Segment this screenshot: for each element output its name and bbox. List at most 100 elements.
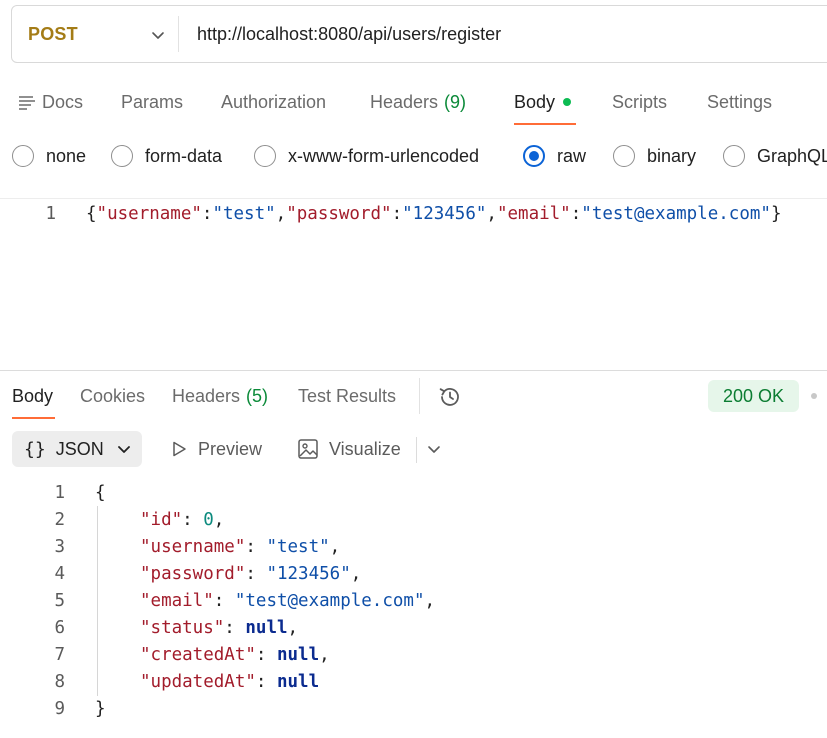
json-comma: , [350, 564, 362, 584]
line-number: 2 [54, 510, 65, 530]
json-string: "test@example.com" [581, 204, 771, 224]
tab-settings-label: Settings [707, 91, 773, 112]
tab-params[interactable]: Params [121, 82, 183, 122]
json-comma: , [319, 645, 330, 665]
json-key: "email" [496, 204, 571, 224]
image-icon [298, 439, 318, 459]
method-select[interactable]: POST [28, 6, 168, 62]
json-value: "test" [266, 537, 330, 557]
body-modified-dot [563, 98, 572, 106]
history-icon[interactable] [437, 384, 463, 410]
visualize-button[interactable]: Visualize [297, 431, 401, 467]
tab-authorization[interactable]: Authorization [221, 82, 326, 122]
code-line: "username": "test", [140, 537, 340, 557]
json-key: "email" [140, 591, 214, 611]
request-bar: POST http://localhost:8080/api/users/reg… [11, 5, 827, 63]
radio-raw[interactable]: raw [523, 138, 586, 174]
chevron-down-icon [152, 32, 164, 39]
json-value: 0 [203, 510, 214, 530]
json-string: "123456" [402, 204, 487, 224]
radio-button[interactable] [723, 145, 745, 167]
code-line: { [95, 483, 106, 503]
request-body-editor[interactable]: 1 {"username":"test","password":"123456"… [0, 198, 827, 362]
radio-form-data-label: form-data [145, 145, 223, 166]
status-badge[interactable]: 200 OK [708, 380, 799, 412]
json-colon: : [255, 645, 277, 665]
radio-button[interactable] [111, 145, 133, 167]
tab-scripts[interactable]: Scripts [612, 82, 667, 122]
radio-binary[interactable]: binary [613, 138, 696, 174]
tab-body[interactable]: Body [514, 82, 572, 122]
code-line: "email": "test@example.com", [140, 591, 435, 611]
active-tab-indicator [12, 417, 55, 419]
divider [419, 378, 420, 414]
play-icon [173, 441, 186, 457]
response-body-viewer[interactable]: 1 2 3 4 5 6 7 8 9{"id": 0, "username": "test", "pa… [0, 478, 827, 738]
radio-urlencoded-label: x-www-form-urlencoded [288, 145, 480, 166]
json-brace: { [95, 483, 106, 503]
headers-count: (9) [444, 91, 467, 112]
line-number: 1 [54, 483, 65, 503]
response-tab-headers-label: Headers [172, 385, 241, 406]
json-value: null [276, 672, 320, 692]
preview-button[interactable]: Preview [170, 431, 262, 467]
json-colon: : [213, 591, 235, 611]
radio-graphql[interactable]: GraphQL [723, 138, 827, 174]
line-number: 4 [54, 564, 65, 584]
divider [416, 437, 417, 463]
line-number: 3 [54, 537, 65, 557]
json-colon: : [255, 672, 277, 692]
response-tab-cookies[interactable]: Cookies [80, 376, 145, 416]
braces-icon: {} [24, 438, 46, 460]
response-toolbar: {} JSON Preview Visualize [0, 431, 827, 469]
indent-guide [97, 506, 98, 696]
more-dot [811, 393, 817, 399]
json-colon: : [245, 537, 267, 557]
json-colon: : [391, 204, 403, 224]
format-select[interactable]: {} JSON [12, 431, 142, 467]
code-line: "status": null, [140, 618, 298, 638]
tab-docs[interactable]: Docs [18, 82, 83, 122]
divider [178, 16, 179, 52]
code-line: "createdAt": null, [140, 645, 330, 665]
json-key: "id" [140, 510, 183, 530]
json-key: "password" [140, 564, 246, 584]
line-number: 6 [54, 618, 65, 638]
radio-button[interactable] [12, 145, 34, 167]
radio-none[interactable]: none [12, 138, 86, 174]
line-number: 8 [54, 672, 65, 692]
radio-button[interactable] [613, 145, 635, 167]
json-value: "test@example.com" [234, 591, 425, 611]
visualize-label: Visualize [329, 438, 401, 459]
response-tab-test-results[interactable]: Test Results [298, 376, 396, 416]
json-comma: , [287, 618, 299, 638]
pane-divider[interactable] [0, 370, 827, 371]
request-body-code[interactable]: {"username":"test","password":"123456","… [86, 204, 781, 224]
url-input[interactable]: http://localhost:8080/api/users/register [197, 6, 501, 62]
json-colon: : [182, 510, 204, 530]
code-line: "password": "123456", [140, 564, 361, 584]
radio-button-selected[interactable] [523, 145, 545, 167]
tab-settings[interactable]: Settings [707, 82, 772, 122]
response-tab-body[interactable]: Body [12, 376, 53, 416]
radio-none-label: none [46, 145, 87, 166]
format-label: JSON [55, 438, 104, 459]
active-tab-indicator [514, 123, 576, 125]
line-number: 1 [45, 204, 56, 224]
radio-button[interactable] [254, 145, 276, 167]
chevron-down-icon[interactable] [426, 441, 442, 457]
json-colon: : [201, 204, 213, 224]
tab-headers[interactable]: Headers (9) [370, 82, 466, 122]
tab-headers-label: Headers [370, 91, 439, 112]
code-line: "id": 0, [140, 510, 224, 530]
response-tab-body-label: Body [12, 385, 54, 406]
chevron-down-icon [118, 446, 130, 453]
radio-form-data[interactable]: form-data [111, 138, 222, 174]
json-string: "test" [212, 204, 276, 224]
json-key: "updatedAt" [140, 672, 256, 692]
radio-urlencoded[interactable]: x-www-form-urlencoded [254, 138, 479, 174]
json-key: "password" [286, 204, 392, 224]
json-brace: } [95, 699, 106, 719]
json-comma: , [424, 591, 436, 611]
response-tab-headers[interactable]: Headers (5) [172, 376, 268, 416]
